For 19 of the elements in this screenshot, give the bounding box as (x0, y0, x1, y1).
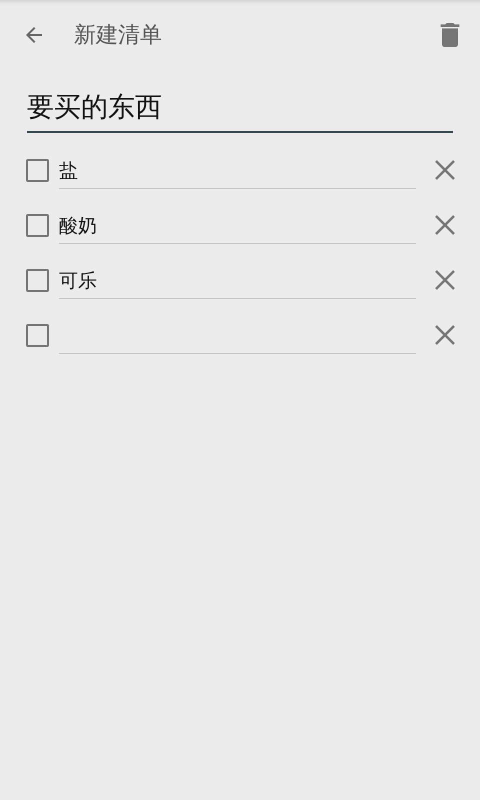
remove-button[interactable] (434, 324, 456, 346)
close-icon (434, 269, 456, 291)
delete-button[interactable] (440, 23, 460, 47)
item-field[interactable]: 盐 (59, 150, 416, 190)
item-field[interactable]: 酸奶 (59, 206, 416, 244)
checkbox[interactable] (26, 158, 49, 182)
close-icon (434, 214, 456, 236)
close-icon (434, 159, 456, 181)
remove-button[interactable] (434, 269, 456, 291)
screen-title: 新建清单 (74, 22, 162, 50)
checkbox[interactable] (26, 268, 49, 292)
close-icon (434, 324, 456, 346)
trash-icon (440, 23, 460, 47)
remove-button[interactable] (434, 159, 456, 181)
checkbox[interactable] (26, 324, 49, 346)
checkbox[interactable] (26, 214, 49, 236)
list-title-field[interactable]: 要买的东西 (27, 84, 453, 132)
item-field[interactable]: 可乐 (59, 260, 416, 300)
remove-button[interactable] (434, 214, 456, 236)
